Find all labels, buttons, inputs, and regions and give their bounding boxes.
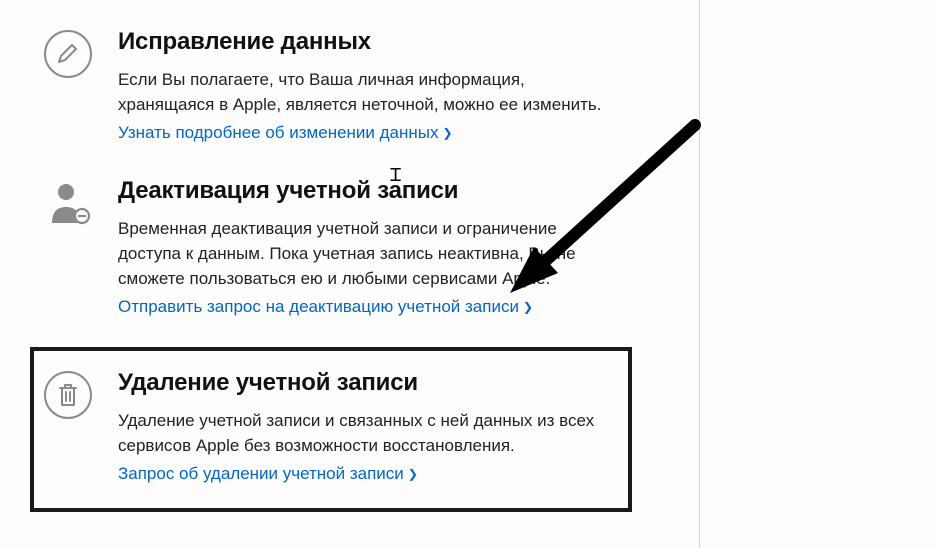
section-content: Деактивация учетной записи Временная деа…	[118, 177, 685, 317]
section-description: Если Вы полагаете, что Ваша личная инфор…	[118, 68, 618, 117]
trash-icon	[44, 371, 92, 419]
link-label: Запрос об удалении учетной записи	[118, 464, 404, 483]
privacy-actions-container: Исправление данных Если Вы полагаете, чт…	[0, 0, 700, 548]
request-deactivation-link[interactable]: Отправить запрос на деактивацию учетной …	[118, 297, 533, 317]
section-title: Исправление данных	[118, 28, 685, 56]
section-correct-data: Исправление данных Если Вы полагаете, чт…	[44, 18, 699, 167]
section-description: Временная деактивация учетной записи и о…	[118, 217, 618, 291]
learn-more-correction-link[interactable]: Узнать подробнее об изменении данных ❯	[118, 123, 453, 143]
chevron-right-icon: ❯	[443, 126, 453, 140]
request-deletion-link[interactable]: Запрос об удалении учетной записи ❯	[118, 464, 418, 484]
person-minus-icon	[44, 179, 92, 227]
section-title: Удаление учетной записи	[118, 369, 614, 397]
section-description: Удаление учетной записи и связанных с не…	[118, 409, 614, 458]
chevron-right-icon: ❯	[408, 467, 418, 481]
link-label: Узнать подробнее об изменении данных	[118, 123, 439, 142]
section-deactivate-account: Деактивация учетной записи Временная деа…	[44, 167, 699, 341]
chevron-right-icon: ❯	[523, 300, 533, 314]
section-content: Удаление учетной записи Удаление учетной…	[118, 369, 614, 484]
pencil-icon	[44, 30, 92, 78]
section-title: Деактивация учетной записи	[118, 177, 685, 205]
section-content: Исправление данных Если Вы полагаете, чт…	[118, 28, 685, 143]
link-label: Отправить запрос на деактивацию учетной …	[118, 297, 519, 316]
section-delete-account: Удаление учетной записи Удаление учетной…	[30, 347, 632, 512]
